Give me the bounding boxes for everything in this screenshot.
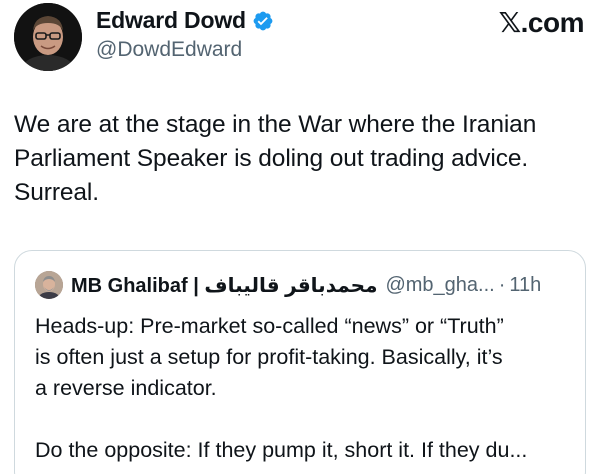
author-avatar[interactable]: [14, 3, 82, 71]
x-logo-icon: 𝕏: [498, 7, 522, 38]
tweet-text: We are at the stage in the War where the…: [14, 108, 586, 210]
quoted-tweet-header: MB Ghalibaf | محمدباقر قالیباف @mb_gha..…: [35, 271, 541, 299]
tweet-line: We are at the stage in the War where the…: [14, 111, 537, 138]
quoted-timestamp[interactable]: 11h: [509, 274, 541, 297]
x-com-logo: 𝕏.com: [498, 6, 585, 39]
avatar-image: [14, 3, 82, 71]
quoted-author-name[interactable]: MB Ghalibaf | محمدباقر قالیباف: [71, 273, 377, 298]
tweet-card: Edward Dowd @DowdEdward 𝕏.com We are at …: [0, 0, 600, 474]
tweet-line: Surreal.: [14, 179, 99, 206]
quoted-tweet-text: Heads-up: Pre-market so-called “news” or…: [35, 311, 575, 466]
quoted-line: Do the opposite: If they pump it, short …: [35, 438, 528, 462]
quoted-line: Heads-up: Pre-market so-called “news” or…: [35, 314, 504, 338]
quoted-line: is often just a setup for profit-taking.…: [35, 345, 503, 369]
tweet-line: Parliament Speaker is doling out trading…: [14, 145, 529, 172]
author-name-row[interactable]: Edward Dowd: [96, 7, 274, 34]
author-handle[interactable]: @DowdEdward: [96, 38, 242, 62]
verified-badge-icon: [252, 10, 274, 32]
separator-dot: ·: [498, 273, 506, 296]
quoted-author-avatar[interactable]: [35, 271, 63, 299]
x-domain: .com: [520, 7, 585, 38]
quoted-author-handle[interactable]: @mb_gha...: [385, 274, 494, 297]
author-name[interactable]: Edward Dowd: [96, 7, 246, 34]
quoted-line: a reverse indicator.: [35, 376, 217, 400]
quoted-avatar-image: [35, 271, 63, 299]
quoted-tweet[interactable]: MB Ghalibaf | محمدباقر قالیباف @mb_gha..…: [14, 250, 586, 474]
